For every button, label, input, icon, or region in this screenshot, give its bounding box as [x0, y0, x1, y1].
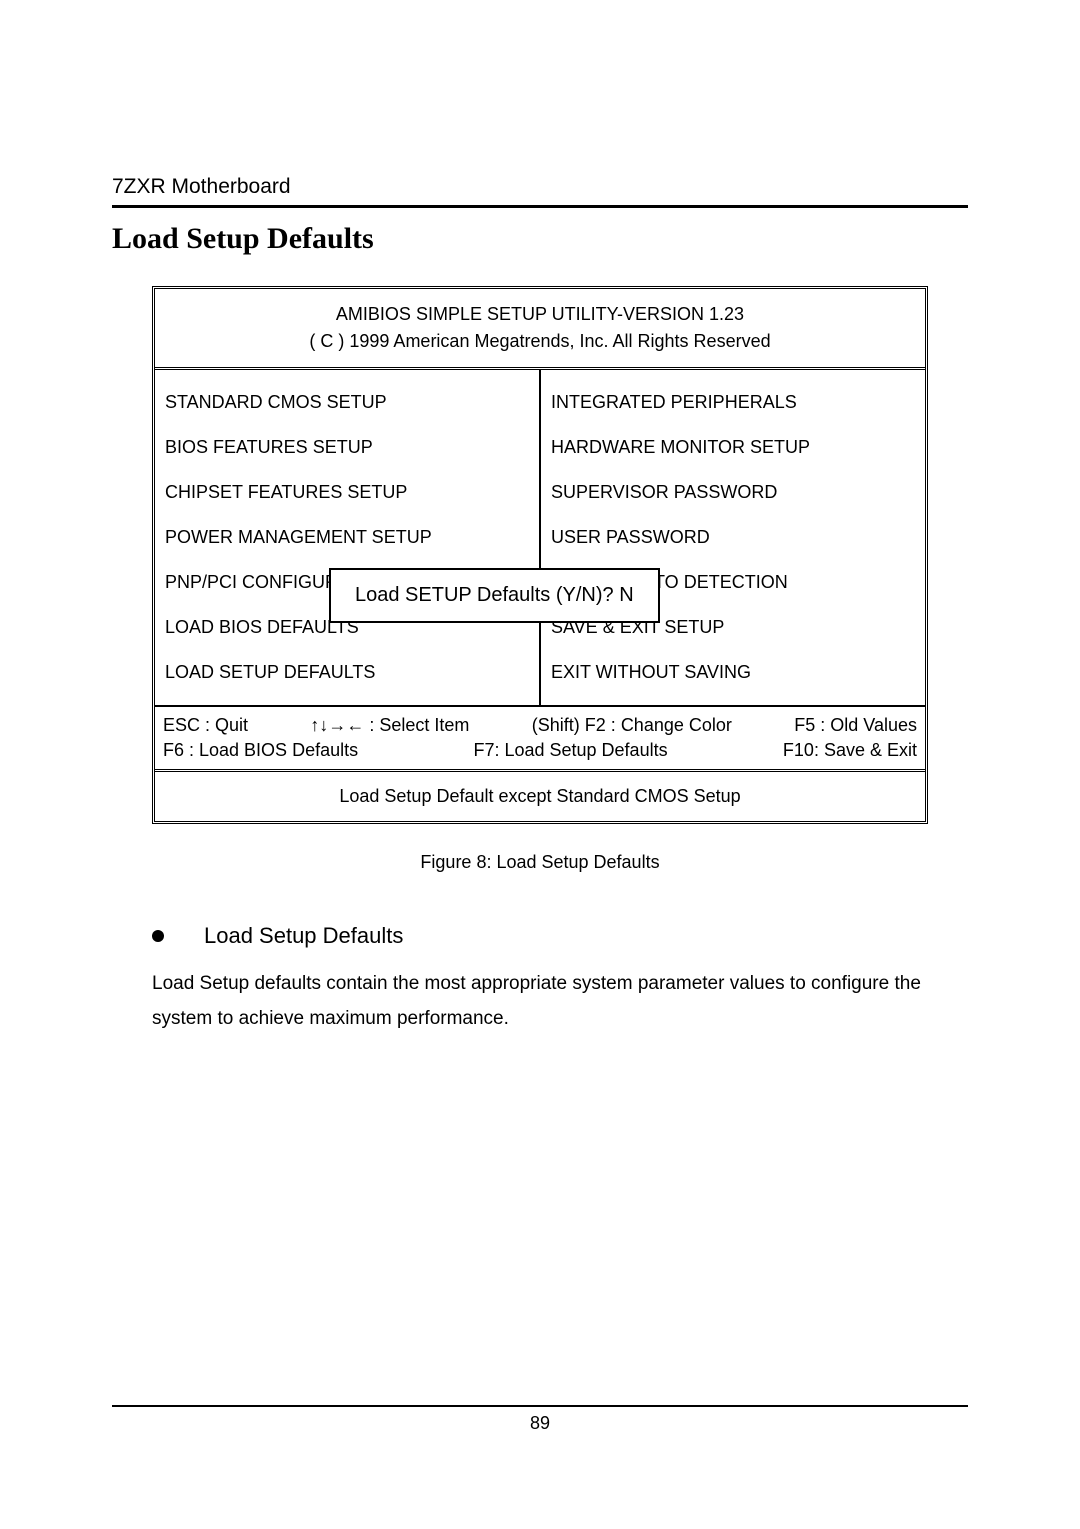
- key-f10-save-exit: F10: Save & Exit: [783, 738, 917, 763]
- menu-bios-features[interactable]: BIOS FEATURES SETUP: [165, 425, 529, 470]
- load-setup-defaults-dialog[interactable]: Load SETUP Defaults (Y/N)? N: [329, 568, 660, 623]
- menu-load-setup-defaults[interactable]: LOAD SETUP DEFAULTS: [165, 650, 529, 695]
- menu-integrated-peripherals[interactable]: INTEGRATED PERIPHERALS: [551, 380, 915, 425]
- figure-caption: Figure 8: Load Setup Defaults: [112, 852, 968, 873]
- bios-menu-left-col: STANDARD CMOS SETUP BIOS FEATURES SETUP …: [155, 370, 541, 705]
- bios-hint-row: Load Setup Default except Standard CMOS …: [155, 769, 925, 821]
- dialog-text: Load SETUP Defaults (Y/N)? N: [355, 584, 634, 606]
- menu-user-password[interactable]: USER PASSWORD: [551, 515, 915, 560]
- header-rule: [112, 205, 968, 208]
- bios-setup-box: AMIBIOS SIMPLE SETUP UTILITY-VERSION 1.2…: [152, 286, 928, 824]
- menu-standard-cmos[interactable]: STANDARD CMOS SETUP: [165, 380, 529, 425]
- page-footer: 89: [112, 1405, 968, 1434]
- key-f7-load-setup: F7: Load Setup Defaults: [473, 738, 667, 763]
- key-arrows-select: ↑↓→← : Select Item: [310, 713, 469, 738]
- bullet-section: Load Setup Defaults: [152, 923, 968, 949]
- bios-menu-grid: STANDARD CMOS SETUP BIOS FEATURES SETUP …: [155, 370, 925, 705]
- bios-menu-right-col: INTEGRATED PERIPHERALS HARDWARE MONITOR …: [541, 370, 925, 705]
- section-title: Load Setup Defaults: [112, 222, 968, 256]
- key-shift-f2: (Shift) F2 : Change Color: [532, 713, 732, 738]
- key-f6-load-bios: F6 : Load BIOS Defaults: [163, 738, 358, 763]
- key-esc-quit: ESC : Quit: [163, 713, 248, 738]
- menu-hardware-monitor[interactable]: HARDWARE MONITOR SETUP: [551, 425, 915, 470]
- bios-title-line2: ( C ) 1999 American Megatrends, Inc. All…: [163, 328, 917, 355]
- footer-rule: [112, 1405, 968, 1407]
- bullet-icon: [152, 930, 164, 942]
- bios-title-line1: AMIBIOS SIMPLE SETUP UTILITY-VERSION 1.2…: [163, 301, 917, 328]
- menu-exit-without-saving[interactable]: EXIT WITHOUT SAVING: [551, 650, 915, 695]
- bios-footer-keys: ESC : Quit ↑↓→← : Select Item (Shift) F2…: [155, 705, 925, 769]
- page-number: 89: [112, 1413, 968, 1434]
- key-f5-old-values: F5 : Old Values: [794, 713, 917, 738]
- menu-chipset-features[interactable]: CHIPSET FEATURES SETUP: [165, 470, 529, 515]
- body-paragraph: Load Setup defaults contain the most app…: [152, 967, 968, 1035]
- menu-supervisor-password[interactable]: SUPERVISOR PASSWORD: [551, 470, 915, 515]
- menu-power-management[interactable]: POWER MANAGEMENT SETUP: [165, 515, 529, 560]
- bullet-title: Load Setup Defaults: [204, 923, 403, 949]
- document-header: 7ZXR Motherboard: [112, 175, 968, 199]
- bios-title-row: AMIBIOS SIMPLE SETUP UTILITY-VERSION 1.2…: [155, 289, 925, 370]
